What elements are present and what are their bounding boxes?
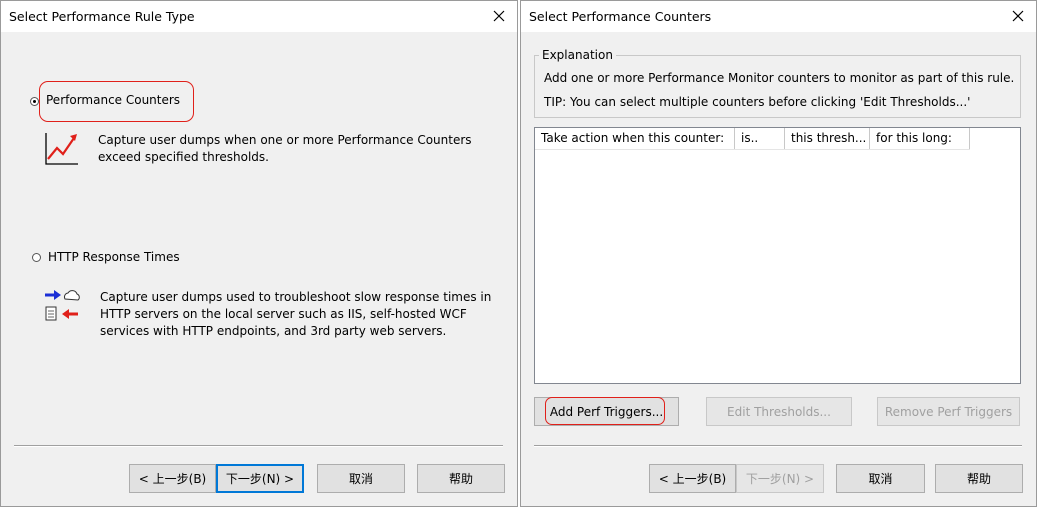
edit-thresholds-button[interactable]: Edit Thresholds... bbox=[706, 397, 852, 426]
back-button[interactable]: < 上一步(B) bbox=[129, 464, 216, 493]
title-bar: Select Performance Counters bbox=[521, 1, 1036, 32]
perf-counters-list[interactable]: Take action when this counter: is.. this… bbox=[534, 127, 1021, 384]
title-bar: Select Performance Rule Type bbox=[1, 1, 517, 32]
http-request-response-icon bbox=[45, 290, 80, 321]
close-icon bbox=[1012, 10, 1024, 22]
performance-counters-radio[interactable] bbox=[30, 97, 39, 106]
column-header-counter[interactable]: Take action when this counter: bbox=[535, 128, 735, 149]
explanation-tip: TIP: You can select multiple counters be… bbox=[544, 95, 971, 109]
close-button[interactable] bbox=[487, 4, 511, 28]
list-header: Take action when this counter: is.. this… bbox=[535, 128, 970, 150]
cancel-button[interactable]: 取消 bbox=[836, 464, 925, 493]
next-button[interactable]: 下一步(N) > bbox=[736, 464, 824, 493]
http-response-times-description: Capture user dumps used to troubleshoot … bbox=[100, 290, 492, 338]
help-button[interactable]: 帮助 bbox=[935, 464, 1023, 493]
cancel-button[interactable]: 取消 bbox=[317, 464, 405, 493]
dialog-title: Select Performance Rule Type bbox=[9, 9, 195, 24]
separator bbox=[534, 445, 1022, 447]
http-response-times-label[interactable]: HTTP Response Times bbox=[48, 250, 180, 264]
help-button[interactable]: 帮助 bbox=[417, 464, 505, 493]
select-performance-rule-type-dialog: Select Performance Rule Type Performance… bbox=[0, 0, 518, 507]
next-button[interactable]: 下一步(N) > bbox=[216, 464, 304, 493]
column-header-threshold[interactable]: this thresh... bbox=[785, 128, 870, 149]
separator bbox=[14, 445, 503, 447]
remove-perf-triggers-button[interactable]: Remove Perf Triggers bbox=[877, 397, 1020, 426]
explanation-text: Add one or more Performance Monitor coun… bbox=[544, 71, 1015, 85]
close-icon bbox=[493, 10, 505, 22]
column-header-duration[interactable]: for this long: bbox=[870, 128, 970, 149]
highlight-add-perf-triggers bbox=[545, 397, 665, 425]
select-performance-counters-dialog: Select Performance Counters Explanation … bbox=[520, 0, 1037, 507]
close-button[interactable] bbox=[1006, 4, 1030, 28]
highlight-performance-counters bbox=[39, 81, 194, 122]
dialog-title: Select Performance Counters bbox=[529, 9, 712, 24]
http-response-times-radio[interactable] bbox=[32, 253, 41, 262]
explanation-legend: Explanation bbox=[539, 48, 616, 62]
back-button[interactable]: < 上一步(B) bbox=[649, 464, 736, 493]
perf-chart-icon bbox=[45, 133, 78, 165]
column-header-is[interactable]: is.. bbox=[735, 128, 785, 149]
performance-counters-description: Capture user dumps when one or more Perf… bbox=[98, 133, 472, 164]
